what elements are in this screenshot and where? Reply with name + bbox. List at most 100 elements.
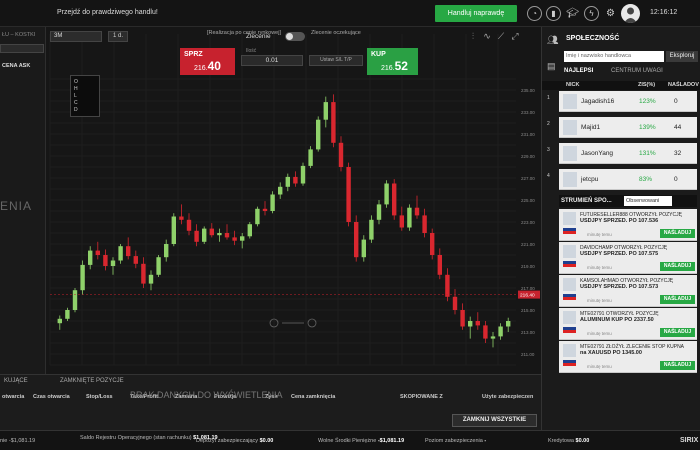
candle-body (483, 325, 488, 339)
timeframe-select[interactable]: 3M (50, 31, 102, 42)
y-tick-label: 229.00 (521, 154, 535, 159)
buy-button[interactable]: KUP 216.52 (367, 48, 418, 75)
col-nick: NICK (566, 82, 580, 88)
candle-body (369, 219, 374, 240)
price-chart[interactable]: 235.00 233.00 231.00 229.00 227.00 225.00 223.… (46, 27, 541, 374)
col-header[interactable]: Czas otwarcia (33, 394, 70, 400)
col-header[interactable]: SKOPIOWANE Z (400, 394, 443, 400)
stream-avatar[interactable] (563, 344, 576, 357)
trader-profit: 131% (639, 150, 656, 157)
trader-rank: 4 (547, 173, 550, 179)
candle-body (452, 296, 458, 310)
follow-button[interactable]: NAŚLADUJ (660, 262, 695, 271)
trader-rank: 2 (547, 121, 550, 127)
trader-row[interactable]: JasonYang 131% 32 (559, 143, 697, 164)
stream-item: MTE02791 ZŁOŻYŁ ZLECENIE STOP KUPNA na XA… (559, 341, 697, 373)
indicators-icon[interactable]: ⫶ (466, 31, 480, 43)
candle-body (376, 204, 382, 220)
stream-title: STRUMIEŃ SPO... (561, 198, 612, 204)
trader-search-input[interactable]: Imię i nazwisko handlowca (564, 51, 664, 62)
trader-name[interactable]: Jagadish16 (581, 98, 614, 105)
col-followers: NAŚLADOV (668, 82, 699, 88)
social-title: SPOŁECZNOŚĆ (566, 35, 620, 42)
user-avatar[interactable] (621, 4, 640, 23)
candle-body (392, 183, 397, 216)
trader-name[interactable]: jetcpu (581, 176, 598, 183)
y-tick-label: 211.00 (521, 352, 535, 357)
candle-body (445, 274, 450, 297)
candle-body (262, 208, 268, 211)
explore-button[interactable]: Eksploruj (666, 51, 698, 62)
col-header[interactable]: Stop/Loss (86, 394, 113, 400)
trade-real-button[interactable]: Handluj naprawdę (435, 5, 517, 22)
candle-body (164, 244, 169, 258)
stream-text: KAMSOLAHMAD OTWORZYŁ POZYCJĘ USDJPY SPRZE… (580, 278, 674, 290)
tab-best-traders[interactable]: NAJLEPSI (564, 68, 593, 74)
candle-body (490, 336, 496, 339)
follow-button[interactable]: NAŚLADUJ (660, 295, 695, 304)
candle-body (361, 239, 366, 258)
follow-button[interactable]: NAŚLADUJ (660, 229, 695, 238)
speedometer-icon[interactable]: ◔ (527, 6, 542, 21)
margin-level: Poziom zabezpieczenia - (425, 438, 487, 444)
stream-avatar[interactable] (563, 278, 576, 291)
trader-followers: 0 (674, 176, 678, 183)
stream-avatar[interactable] (563, 311, 576, 324)
flag-icon (563, 228, 576, 234)
close-all-button[interactable]: ZAMKNIJ WSZYSTKIE (452, 414, 537, 427)
trader-name[interactable]: JasonYang (581, 150, 613, 157)
quantity-select[interactable]: 1 d. (108, 31, 128, 42)
graduation-cap-icon[interactable]: 🎓︎ (565, 6, 580, 21)
news-icon[interactable]: ▤ (547, 61, 559, 73)
lot-input[interactable]: 0.01 (241, 55, 303, 66)
candle-body (437, 255, 442, 275)
stream-filter-select[interactable]: Obserwowani (624, 196, 672, 206)
trader-row[interactable]: Majid1 139% 44 (559, 117, 697, 138)
users-icon[interactable]: 👥︎ (547, 35, 559, 47)
switch-message: Przejdź do prawdziwego handlu! (57, 9, 158, 16)
stream-text: DAVIDCHAMP OTWORZYŁ POZYCJĘ USDJPY SPRZED… (580, 245, 668, 257)
balance-readout: nie -$1,081.19 (0, 438, 36, 444)
stream-avatar[interactable] (563, 245, 576, 258)
gear-icon[interactable]: ⚙ (603, 6, 618, 21)
candle-body (209, 228, 214, 236)
stream-item: MTE02791 OTWORZYŁ POZYCJĘ ALUMINUM KUP PO… (559, 308, 697, 340)
candle-body (126, 246, 131, 257)
y-tick-label: 217.00 (521, 286, 535, 291)
candle-body (399, 215, 404, 228)
follow-button[interactable]: NAŚLADUJ (660, 361, 695, 370)
bolt-icon[interactable]: ϟ (584, 6, 599, 21)
candle-body (103, 255, 108, 266)
tab-open-positions[interactable]: KUJĄCE (4, 378, 28, 384)
col-header[interactable]: otwarcia (2, 394, 24, 400)
set-sl-tp-button[interactable]: Ustaw S/L T/P (309, 55, 363, 66)
y-tick-label: 235.00 (521, 88, 535, 93)
top-bar: Przejdź do prawdziwego handlu! Handluj n… (0, 0, 700, 27)
line-chart-icon[interactable]: ∿ (480, 31, 494, 43)
order-type-toggle[interactable] (285, 32, 305, 41)
trader-row[interactable]: Jagadish16 123% 0 (559, 91, 697, 112)
follow-button[interactable]: NAŚLADUJ (660, 328, 695, 337)
trader-profit: 83% (639, 176, 653, 183)
instrument-category-select[interactable] (0, 44, 44, 53)
stream-time: minutę temu (587, 265, 612, 270)
stream-avatar[interactable] (563, 212, 576, 225)
col-header[interactable]: Użyte zabezpieczen (482, 394, 533, 400)
fullscreen-icon[interactable]: ⤢ (508, 31, 522, 43)
amount-label: Ilość (246, 48, 257, 54)
chart-icon[interactable]: ▮ (546, 6, 561, 21)
candle-body (148, 274, 154, 284)
trader-rank: 1 (547, 95, 550, 101)
trader-row[interactable]: jetcpu 83% 0 (559, 169, 697, 190)
candle-body (156, 257, 161, 275)
tab-spotlight[interactable]: CENTRUM UWAGI (611, 68, 663, 74)
tab-closed-positions[interactable]: ZAMKNIĘTE POZYCJE (60, 378, 124, 384)
trader-avatar (563, 94, 577, 109)
draw-icon[interactable]: ⟋ (494, 31, 508, 43)
stream-time: minutę temu (587, 364, 612, 369)
y-tick-label: 233.00 (521, 110, 535, 115)
sell-button[interactable]: SPRZ 216.40 (180, 48, 235, 75)
trader-name[interactable]: Majid1 (581, 124, 600, 131)
col-header[interactable]: Cena zamknięcia (291, 394, 335, 400)
instrument-list-panel: ŁU – KOSTKI CENA ASK ENIA (0, 27, 46, 374)
